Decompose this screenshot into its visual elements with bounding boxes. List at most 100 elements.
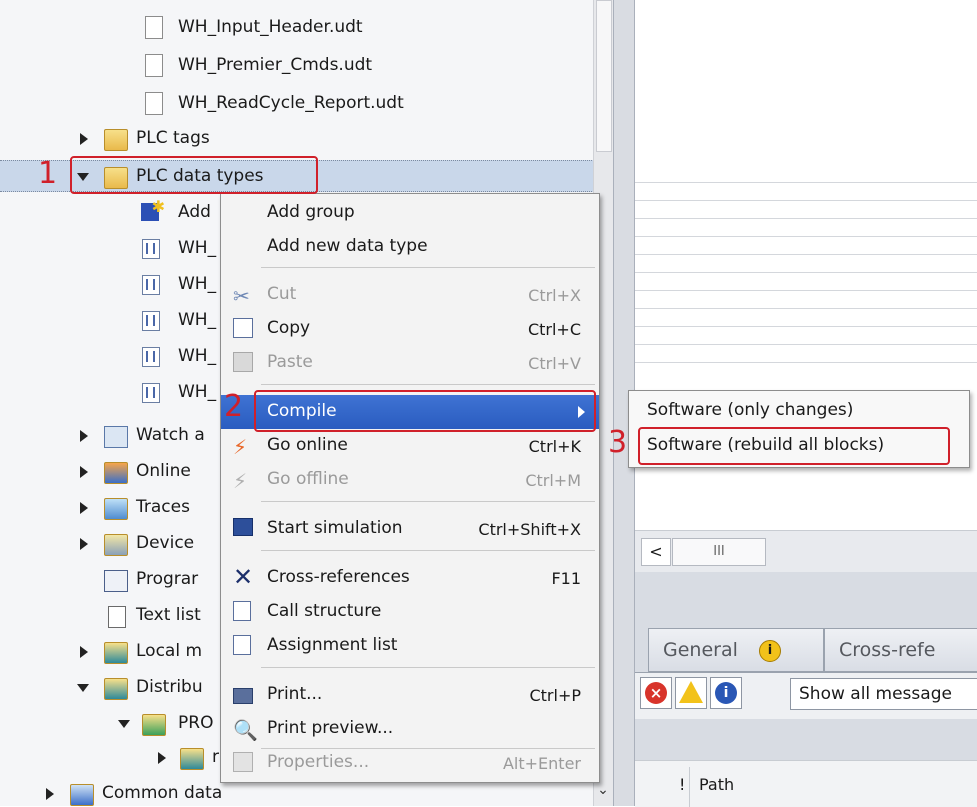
menu-separator [261, 501, 595, 502]
expand-arrow-icon[interactable] [46, 788, 54, 800]
copy-icon [233, 318, 253, 338]
device-proxy-folder-icon [104, 534, 128, 556]
watch-table-folder-icon [104, 426, 128, 448]
menu-item-assignment-list[interactable]: Assignment list [221, 629, 599, 663]
collapse-arrow-icon[interactable] [77, 684, 89, 692]
expand-arrow-icon[interactable] [80, 430, 88, 442]
cross-references-icon: ✕ [233, 563, 254, 591]
expand-arrow-icon[interactable] [80, 646, 88, 658]
assignment-list-icon [233, 635, 251, 655]
context-menu: Add group Add new data type ✂ Cut Ctrl+X… [220, 193, 600, 783]
expand-arrow-icon[interactable] [80, 538, 88, 550]
column-divider [689, 767, 690, 807]
annotation-number-1: 1 [38, 156, 58, 191]
profinet-folder-icon [142, 714, 166, 736]
expand-arrow-icon[interactable] [80, 466, 88, 478]
scroll-left-button[interactable]: < [641, 538, 671, 566]
text-list-icon [108, 606, 126, 628]
document-icon [145, 92, 163, 115]
expand-arrow-icon[interactable] [80, 502, 88, 514]
annotation-box-3 [638, 427, 950, 465]
local-modules-folder-icon [104, 642, 128, 664]
annotation-number-2: 2 [224, 389, 244, 424]
properties-icon [233, 752, 253, 772]
print-icon [233, 688, 253, 704]
warning-icon [679, 681, 703, 703]
annotation-number-3: 3 [608, 425, 628, 460]
expand-arrow-icon[interactable] [80, 133, 88, 145]
scroll-down-icon[interactable]: ⌄ [596, 782, 610, 798]
data-type-icon [142, 275, 160, 295]
annotation-box-1 [70, 156, 318, 194]
go-online-icon: ⚡ [233, 435, 248, 459]
menu-item-cross-references[interactable]: ✕ Cross-references F11 [221, 561, 599, 595]
menu-item-properties[interactable]: Properties... Alt+Enter [221, 746, 599, 780]
editor-area [635, 0, 977, 590]
error-filter-button[interactable]: × [640, 677, 672, 709]
data-type-icon [142, 239, 160, 259]
horizontal-scroll-thumb[interactable]: III [672, 538, 766, 566]
grid-line [635, 236, 977, 237]
info-filter-button[interactable]: i [710, 677, 742, 709]
program-info-icon [104, 570, 128, 592]
distributed-io-folder-icon [104, 678, 128, 700]
tree-item-wh-readcycle-report[interactable]: WH_ReadCycle_Report.udt [0, 88, 600, 120]
info-icon: i [715, 682, 737, 704]
tab-cross-references[interactable]: Cross-refe [824, 628, 977, 672]
grid-line [635, 362, 977, 363]
menu-item-copy[interactable]: Copy Ctrl+C [221, 312, 599, 346]
traces-folder-icon [104, 498, 128, 520]
data-type-icon [142, 383, 160, 403]
menu-separator [261, 550, 595, 551]
grid-line [635, 344, 977, 345]
collapse-arrow-icon[interactable] [118, 720, 130, 728]
menu-item-add-new-data-type[interactable]: Add new data type [221, 230, 599, 264]
menu-separator [261, 667, 595, 668]
expand-arrow-icon[interactable] [158, 752, 166, 764]
module-folder-icon [180, 748, 204, 770]
grid-line [635, 254, 977, 255]
menu-item-call-structure[interactable]: Call structure [221, 595, 599, 629]
column-header-severity[interactable]: ! [679, 775, 685, 794]
tree-item-wh-premier-cmds[interactable]: WH_Premier_Cmds.udt [0, 50, 600, 82]
grid-line [635, 308, 977, 309]
add-new-icon: ✱ [141, 197, 165, 221]
tree-item-wh-input-header[interactable]: WH_Input_Header.udt [0, 12, 600, 44]
tab-general[interactable]: General i [648, 628, 824, 672]
menu-item-add-group[interactable]: Add group [221, 196, 599, 230]
data-type-icon [142, 311, 160, 331]
grid-line [635, 218, 977, 219]
menu-item-paste[interactable]: Paste Ctrl+V [221, 346, 599, 380]
tree-item-plc-tags[interactable]: PLC tags [0, 123, 600, 155]
data-type-icon [142, 347, 160, 367]
menu-item-print-preview[interactable]: 🔍 Print preview... [221, 712, 599, 746]
go-offline-icon: ⚡ [233, 469, 248, 493]
grid-line [635, 200, 977, 201]
online-backup-folder-icon [104, 462, 128, 484]
simulation-icon [233, 518, 253, 536]
warning-filter-button[interactable] [675, 677, 707, 709]
menu-item-cut[interactable]: ✂ Cut Ctrl+X [221, 278, 599, 312]
menu-separator [261, 267, 595, 268]
column-header-path[interactable]: Path [699, 775, 734, 794]
print-preview-icon: 🔍 [233, 718, 258, 742]
menu-item-go-online[interactable]: ⚡ Go online Ctrl+K [221, 429, 599, 463]
annotation-box-2 [254, 390, 596, 432]
info-badge-icon: i [759, 640, 781, 662]
common-data-folder-icon [70, 784, 94, 806]
call-structure-icon [233, 601, 251, 621]
grid-line [635, 182, 977, 183]
message-grid-header: ! Path [635, 760, 977, 807]
plc-tags-folder-icon [104, 129, 128, 151]
error-icon: × [645, 682, 667, 704]
menu-separator [261, 384, 595, 385]
grid-line [635, 272, 977, 273]
grid-line [635, 326, 977, 327]
message-filter-select[interactable]: Show all message [790, 678, 977, 710]
menu-item-start-simulation[interactable]: Start simulation Ctrl+Shift+X [221, 512, 599, 546]
tree-scrollbar-thumb[interactable] [596, 0, 612, 152]
document-icon [145, 16, 163, 39]
submenu-item-software-only-changes[interactable]: Software (only changes) [647, 400, 853, 420]
menu-item-print[interactable]: Print... Ctrl+P [221, 678, 599, 712]
menu-item-go-offline[interactable]: ⚡ Go offline Ctrl+M [221, 463, 599, 497]
